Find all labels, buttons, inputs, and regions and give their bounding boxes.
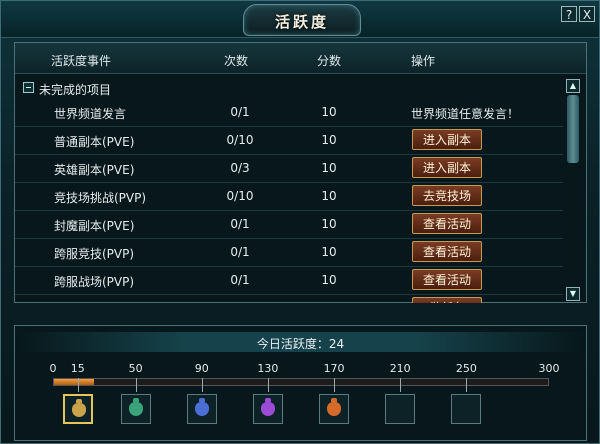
activity-count: 0/1 bbox=[230, 273, 250, 287]
activity-score: 10 bbox=[321, 273, 337, 287]
activity-count: 0/1 bbox=[230, 105, 250, 119]
daily-progress-panel: 今日活跃度：24 0 15 50 90 130 170 210 250 300 bbox=[14, 325, 587, 441]
activity-count: 0/1 bbox=[230, 245, 250, 259]
activity-count: 0/3 bbox=[230, 161, 250, 175]
activity-score: 10 bbox=[321, 161, 337, 175]
activity-name: 英雄副本(PVE) bbox=[54, 163, 135, 177]
scrollbar[interactable]: ▲ ▼ bbox=[566, 79, 580, 301]
action-button[interactable]: 查看活动 bbox=[412, 213, 482, 234]
activity-score: 10 bbox=[304, 301, 354, 303]
activity-score: 10 bbox=[321, 217, 337, 231]
activity-score: 10 bbox=[321, 189, 337, 203]
title-plate: 活跃度 bbox=[243, 4, 361, 36]
action-button[interactable]: 做任务 bbox=[412, 297, 482, 303]
activity-progress-fill bbox=[54, 379, 94, 385]
action-button[interactable]: 进入副本 bbox=[412, 157, 482, 178]
milestone-label: 90 bbox=[194, 362, 209, 375]
activity-count: 0/10 bbox=[226, 133, 254, 147]
table-row: 世界频道发言 0/1 10 世界频道任意发言！ bbox=[15, 99, 563, 127]
today-activity-label: 今日活跃度：24 bbox=[256, 337, 345, 351]
group-label: 未完成的项目 bbox=[39, 83, 112, 97]
activity-name: 跨服战场(PVP) bbox=[54, 275, 135, 289]
activity-score: 10 bbox=[321, 105, 337, 119]
table-row: 跨服竞技(PVP) 0/1 10 查看活动 bbox=[15, 239, 563, 267]
purple-bag-icon bbox=[260, 398, 275, 416]
scroll-down-arrow-icon[interactable]: ▼ bbox=[566, 287, 580, 301]
close-button[interactable]: X bbox=[579, 6, 595, 22]
activity-name: 封魔副本(PVE) bbox=[54, 219, 135, 233]
title-bar: 活跃度 ? X bbox=[1, 1, 599, 38]
milestone-tick bbox=[77, 378, 79, 392]
table-row: 英雄副本(PVE) 0/3 10 进入副本 bbox=[15, 155, 563, 183]
activity-table-panel: 活跃度事件 次数 分数 操作 未完成的项目 世界频道发言 0/1 10 世界频道任意发… bbox=[14, 42, 587, 303]
activity-count: 0/10 bbox=[226, 189, 254, 203]
table-row: 封魔副本(PVE) 0/1 10 查看活动 bbox=[15, 211, 563, 239]
action-button[interactable]: 查看活动 bbox=[412, 241, 482, 262]
milestone-tick bbox=[400, 378, 402, 392]
reward-slot[interactable] bbox=[62, 394, 93, 424]
activity-score: 10 bbox=[321, 133, 337, 147]
table-row: 跨服战场(PVP) 0/1 10 查看活动 bbox=[15, 267, 563, 295]
collapse-icon[interactable] bbox=[23, 82, 34, 93]
milestone-tick bbox=[135, 378, 137, 392]
action-text: 世界频道任意发言！ bbox=[411, 107, 520, 121]
milestone-label: 210 bbox=[389, 362, 411, 375]
activity-rows: 世界频道发言 0/1 10 世界频道任意发言！ 普通副本(PVE) 0/10 10 进入副本英… bbox=[15, 99, 563, 303]
activity-window: 活跃度 ? X 活跃度事件 次数 分数 操作 未完成的项目 世界频道发言 0/1 1… bbox=[0, 0, 600, 444]
reward-slot[interactable] bbox=[252, 394, 283, 424]
window-title: 活跃度 bbox=[274, 13, 329, 31]
scroll-up-arrow-icon[interactable]: ▲ bbox=[566, 79, 580, 93]
action-button[interactable]: 查看活动 bbox=[412, 269, 482, 290]
header-count: 次数 bbox=[224, 54, 249, 68]
activity-name: 普通副本(PVE) bbox=[54, 135, 135, 149]
blue-bag-icon bbox=[194, 398, 209, 416]
milestone-label: 300 bbox=[538, 362, 560, 375]
table-row: 竞技场挑战(PVP) 0/10 10 去竞技场 bbox=[15, 183, 563, 211]
activity-count: 0/1 bbox=[230, 217, 250, 231]
activity-name: 竞技场挑战(PVP) bbox=[54, 191, 147, 205]
action-button[interactable]: 进入副本 bbox=[412, 129, 482, 150]
table-header: 活跃度事件 次数 分数 操作 bbox=[15, 43, 586, 74]
action-button[interactable]: 去竞技场 bbox=[412, 185, 482, 206]
milestone-label: 130 bbox=[257, 362, 279, 375]
activity-name: 跨服竞技(PVP) bbox=[54, 247, 135, 261]
reward-slot[interactable] bbox=[186, 394, 217, 424]
milestone-label: 170 bbox=[323, 362, 345, 375]
activity-count: 0/1 bbox=[215, 301, 265, 303]
reward-slot[interactable] bbox=[319, 394, 350, 424]
activity-score: 10 bbox=[321, 245, 337, 259]
empty-slot-icon[interactable] bbox=[385, 394, 416, 424]
orange-bag-icon bbox=[327, 398, 342, 416]
reward-slot[interactable] bbox=[120, 394, 151, 424]
activity-name: 每日任务(PVE) bbox=[54, 301, 134, 303]
today-banner: 今日活跃度：24 bbox=[15, 332, 586, 352]
milestone-tick bbox=[466, 378, 468, 392]
header-score: 分数 bbox=[317, 54, 342, 68]
milestone-label: 50 bbox=[128, 362, 143, 375]
activity-progress-bar bbox=[53, 378, 549, 386]
scroll-thumb[interactable] bbox=[567, 95, 579, 163]
header-action: 操作 bbox=[411, 54, 436, 68]
table-row: 普通副本(PVE) 0/10 10 进入副本 bbox=[15, 127, 563, 155]
empty-slot-icon[interactable] bbox=[451, 394, 482, 424]
gold-bag-icon bbox=[71, 399, 86, 417]
milestone-label: 15 bbox=[70, 362, 85, 375]
activity-name: 世界频道发言 bbox=[54, 107, 127, 121]
green-bag-icon bbox=[128, 398, 143, 416]
help-button[interactable]: ? bbox=[561, 6, 577, 22]
table-row: 每日任务(PVE) 0/1 10 做任务 bbox=[15, 295, 563, 303]
milestone-label: 250 bbox=[455, 362, 477, 375]
milestone-tick bbox=[334, 378, 336, 392]
milestone-tick bbox=[201, 378, 203, 392]
milestone-tick bbox=[267, 378, 269, 392]
header-event: 活跃度事件 bbox=[51, 54, 112, 68]
